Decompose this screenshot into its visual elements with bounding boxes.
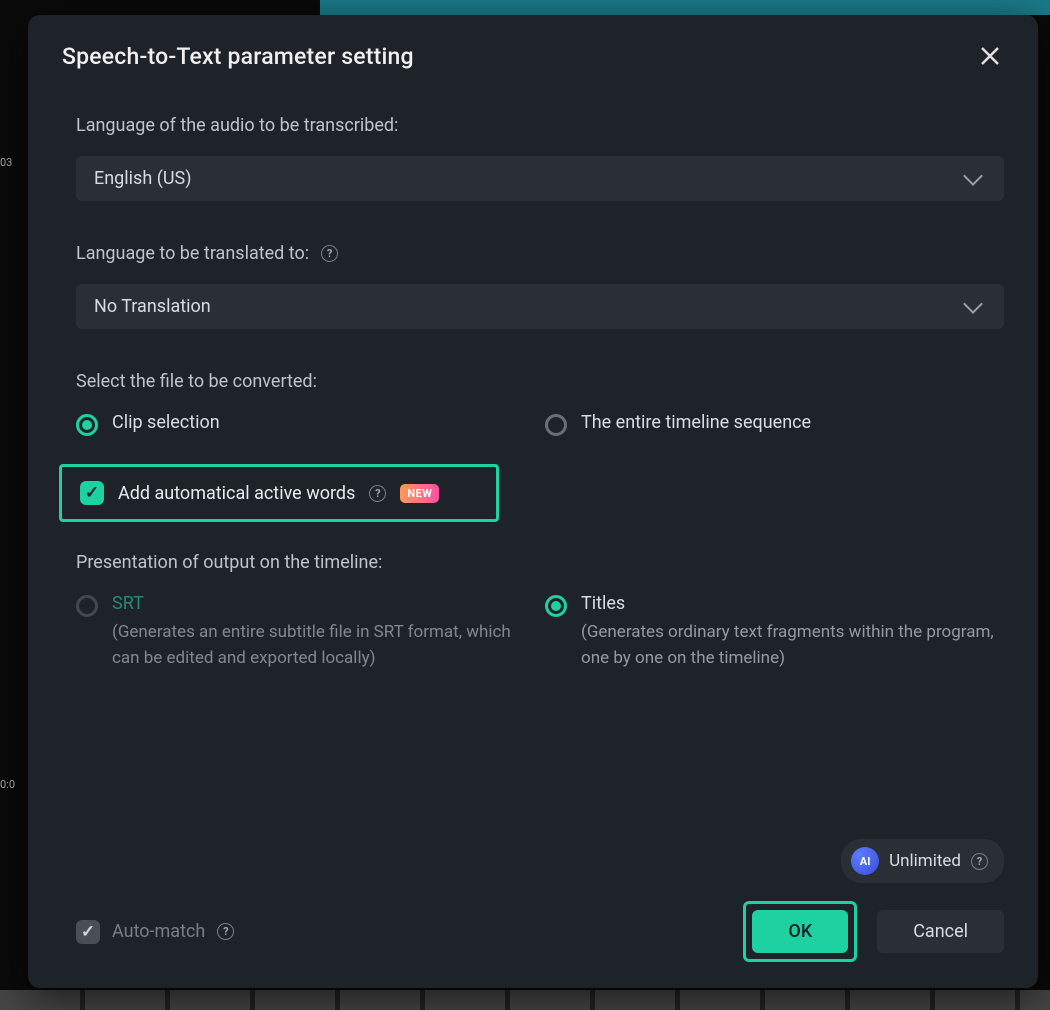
dialog-footer: AI Unlimited ? ✓ Auto-match ? OK Cancel [62,839,1004,962]
check-icon: ✓ [85,483,99,503]
button-row: OK Cancel [743,901,1004,962]
ai-icon: AI [851,847,879,875]
radio-icon [545,414,567,436]
translation-section: Language to be translated to: ? No Trans… [62,243,1004,329]
radio-icon [545,595,567,617]
active-words-highlight: ✓ Add automatical active words ? NEW [59,464,499,522]
check-icon: ✓ [81,922,95,942]
translation-value: No Translation [94,296,211,317]
radio-clip-selection[interactable]: Clip selection [76,412,535,436]
close-icon [980,46,1000,66]
bottom-row: ✓ Auto-match ? OK Cancel [76,901,1004,962]
ai-credits-row: AI Unlimited ? [76,839,1004,883]
radio-label: Clip selection [112,412,220,433]
radio-label: The entire timeline sequence [581,412,811,433]
radio-srt: SRT (Generates an entire subtitle file i… [76,593,535,671]
radio-titles[interactable]: Titles (Generates ordinary text fragment… [545,593,1004,671]
dialog-title: Speech-to-Text parameter setting [62,43,414,70]
help-icon[interactable]: ? [971,853,988,870]
radio-icon [76,595,98,617]
ai-credits-text: Unlimited [889,851,961,871]
bg-time-2: 0:0 [0,778,15,791]
radio-description: (Generates an entire subtitle file in SR… [112,620,535,671]
language-select[interactable]: English (US) [76,156,1004,201]
chevron-down-icon [963,294,983,314]
ok-button[interactable]: OK [752,910,848,953]
radio-description: (Generates ordinary text fragments withi… [581,620,1004,671]
language-label: Language of the audio to be transcribed: [76,115,1004,136]
bg-time-1: 03 [0,156,12,169]
auto-match-row: ✓ Auto-match ? [76,920,234,944]
dialog-header: Speech-to-Text parameter setting [62,43,1004,73]
translation-label-text: Language to be translated to: [76,243,309,264]
radio-content: SRT (Generates an entire subtitle file i… [112,593,535,671]
file-label: Select the file to be converted: [76,371,1004,392]
new-badge: NEW [400,484,439,503]
radio-label: Titles [581,593,1004,614]
output-section: Presentation of output on the timeline: … [62,552,1004,671]
translation-label: Language to be translated to: ? [76,243,1004,264]
language-section: Language of the audio to be transcribed:… [62,115,1004,201]
radio-entire-timeline[interactable]: The entire timeline sequence [545,412,1004,436]
auto-match-label: Auto-match [112,921,205,942]
auto-match-checkbox[interactable]: ✓ [76,920,100,944]
output-label: Presentation of output on the timeline: [76,552,1004,573]
active-words-label: Add automatical active words [118,483,355,504]
help-icon[interactable]: ? [217,923,234,940]
ok-highlight: OK [743,901,857,962]
cancel-button[interactable]: Cancel [877,910,1004,953]
stt-settings-dialog: Speech-to-Text parameter setting Languag… [28,15,1038,988]
translation-select[interactable]: No Translation [76,284,1004,329]
radio-icon [76,414,98,436]
radio-content: Titles (Generates ordinary text fragment… [581,593,1004,671]
bg-left-strip: 03 0:0 [0,140,18,780]
file-section: Select the file to be converted: Clip se… [62,371,1004,436]
bg-teal-strip [320,0,1050,15]
ai-credits-pill[interactable]: AI Unlimited ? [841,839,1004,883]
help-icon[interactable]: ? [369,485,386,502]
output-radio-group: SRT (Generates an entire subtitle file i… [76,593,1004,671]
file-radio-group: Clip selection The entire timeline seque… [76,412,1004,436]
chevron-down-icon [963,166,983,186]
help-icon[interactable]: ? [321,245,338,262]
active-words-checkbox[interactable]: ✓ [80,481,104,505]
radio-label: SRT [112,593,535,614]
bg-thumbnails [0,990,1050,1010]
close-button[interactable] [976,43,1004,73]
language-value: English (US) [94,168,192,189]
